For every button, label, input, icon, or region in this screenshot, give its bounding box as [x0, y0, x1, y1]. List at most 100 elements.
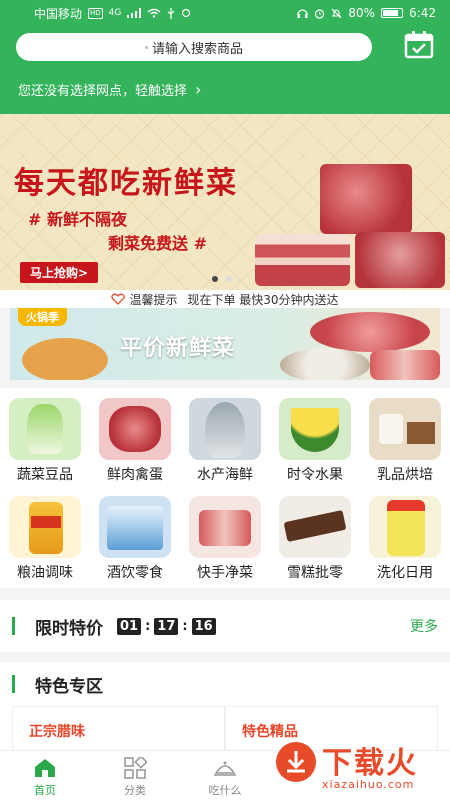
countdown-minutes: 17: [154, 617, 179, 635]
category-item[interactable]: 乳品烘培: [360, 388, 450, 484]
featured-title: 特色专区: [35, 676, 103, 697]
promo-text: 平价新鲜菜: [120, 336, 236, 361]
meat-image: [320, 164, 412, 234]
countdown-hours: 01: [117, 617, 142, 635]
category-image: [369, 496, 441, 558]
usb-icon: [168, 7, 175, 19]
category-label: 酒饮零食: [107, 565, 163, 581]
category-item[interactable]: 粮油调味: [0, 486, 90, 582]
signal-icon: [127, 8, 142, 18]
meat-image: [255, 234, 350, 286]
watermark-brand: 下载火: [322, 746, 418, 781]
category-image: [369, 398, 441, 460]
flash-sale-title: 限时特价: [35, 618, 103, 639]
battery-icon: [381, 8, 404, 18]
banner-buy-button[interactable]: 马上抢购>: [20, 262, 99, 283]
category-label: 蔬菜豆品: [17, 467, 73, 483]
banner-line-2: 剩菜免费送 #: [108, 234, 207, 253]
wifi-icon: [147, 8, 161, 18]
section-accent-bar: [12, 675, 15, 693]
search-placeholder: 请输入搜索商品: [151, 41, 243, 57]
hotpot-image: [22, 338, 108, 380]
mute-icon: [331, 8, 342, 18]
category-label: 雪糕批零: [287, 565, 343, 581]
section-accent-bar: [12, 617, 15, 635]
vibrate-icon: [182, 8, 191, 18]
promo-banner-carousel[interactable]: 每天都吃新鲜菜 # 新鲜不隔夜 剩菜免费送 # 马上抢购>: [0, 114, 450, 290]
station-selector[interactable]: 您还没有选择网点，轻触选择 ›: [18, 80, 201, 99]
category-label: 乳品烘培: [377, 467, 433, 483]
site-watermark: 下载火 xiazaihuo.com: [276, 738, 446, 796]
delivery-notice: 温馨提示 现在下单 最快30分钟内送达: [0, 290, 450, 308]
headset-icon: [297, 8, 309, 18]
tab-label: 首页: [34, 784, 56, 797]
tab-label: 分类: [124, 784, 146, 797]
tab-what-to-eat[interactable]: 吃什么: [180, 751, 270, 800]
countdown-separator: :: [182, 618, 188, 634]
battery-percent: 80%: [348, 6, 376, 20]
category-image: [279, 398, 351, 460]
category-label: 鲜肉禽蛋: [107, 467, 163, 483]
clock: 6:42: [409, 6, 436, 20]
category-item[interactable]: 时令水果: [270, 388, 360, 484]
hd-badge: HD: [88, 7, 103, 19]
category-image: [99, 496, 171, 558]
meat-image: [355, 232, 445, 288]
download-logo-icon: [276, 742, 316, 782]
search-dot-icon: [144, 45, 148, 49]
flash-sale-header: 限时特价 01 : 17 : 16 更多: [0, 600, 450, 652]
banner-line-1: # 新鲜不隔夜: [28, 210, 127, 229]
category-image: [189, 398, 261, 460]
category-item[interactable]: 雪糕批零: [270, 486, 360, 582]
category-image: [9, 496, 81, 558]
notice-label: 温馨提示: [129, 292, 178, 307]
station-prompt: 您还没有选择网点，轻触选择: [18, 84, 188, 99]
category-item[interactable]: 洗化日用: [360, 486, 450, 582]
category-item[interactable]: 快手净菜: [180, 486, 270, 582]
category-item[interactable]: 酒饮零食: [90, 486, 180, 582]
beef-roll-image: [370, 350, 440, 380]
status-right: 80% 6:42: [297, 6, 436, 20]
home-icon: [35, 759, 55, 777]
featured-header: 特色专区: [0, 662, 450, 706]
carrier-label: 中国移动: [34, 6, 83, 21]
meat-plate-image: [310, 312, 430, 352]
alarm-icon: [315, 8, 325, 19]
dish-cover-icon: [214, 761, 236, 776]
hotpot-promo-banner[interactable]: 火锅季 平价新鲜菜: [10, 308, 440, 380]
tab-category[interactable]: 分类: [90, 751, 180, 800]
category-image: [99, 398, 171, 460]
countdown-seconds: 16: [191, 617, 216, 635]
tab-home[interactable]: 首页: [0, 751, 90, 800]
search-row: 请输入搜索商品: [16, 30, 434, 62]
app-header: 中国移动 HD 4G 80% 6:42 请输入搜索商品 您还没有选择网点，轻触选…: [0, 0, 450, 114]
search-input[interactable]: 请输入搜索商品: [16, 33, 372, 61]
promo-tag: 火锅季: [18, 308, 67, 326]
category-item[interactable]: 水产海鲜: [180, 388, 270, 484]
chevron-right-icon: ›: [195, 80, 202, 99]
app-screen: 中国移动 HD 4G 80% 6:42 请输入搜索商品 您还没有选择网点，轻触选…: [0, 0, 450, 800]
status-bar: 中国移动 HD 4G 80% 6:42: [0, 0, 450, 26]
countdown-separator: :: [145, 618, 151, 634]
carousel-indicator: [212, 276, 232, 282]
featured-card[interactable]: 正宗腊味: [12, 706, 225, 752]
category-item[interactable]: 蔬菜豆品: [0, 388, 90, 484]
category-image: [9, 398, 81, 460]
carousel-dot-active: [212, 276, 218, 282]
tab-label: 吃什么: [208, 784, 242, 797]
carousel-dot: [226, 276, 232, 282]
category-grid: 蔬菜豆品 鲜肉禽蛋 水产海鲜 时令水果 乳品烘培 粮油调味 酒饮零食 快手净菜 …: [0, 388, 450, 588]
category-item[interactable]: 鲜肉禽蛋: [90, 388, 180, 484]
more-link[interactable]: 更多: [410, 616, 438, 636]
category-label: 洗化日用: [377, 565, 433, 581]
countdown-timer: 01 : 17 : 16: [117, 617, 216, 635]
category-image: [279, 496, 351, 558]
status-left: 中国移动 HD 4G: [34, 5, 191, 22]
notice-text: 现在下单 最快30分钟内送达: [187, 292, 339, 307]
meatballs-image: [280, 348, 370, 380]
calendar-check-icon[interactable]: [404, 30, 434, 60]
grid-icon: [124, 757, 147, 779]
watermark-url: xiazaihuo.com: [322, 778, 415, 791]
banner-headline: 每天都吃新鲜菜: [14, 166, 238, 201]
category-image: [189, 496, 261, 558]
